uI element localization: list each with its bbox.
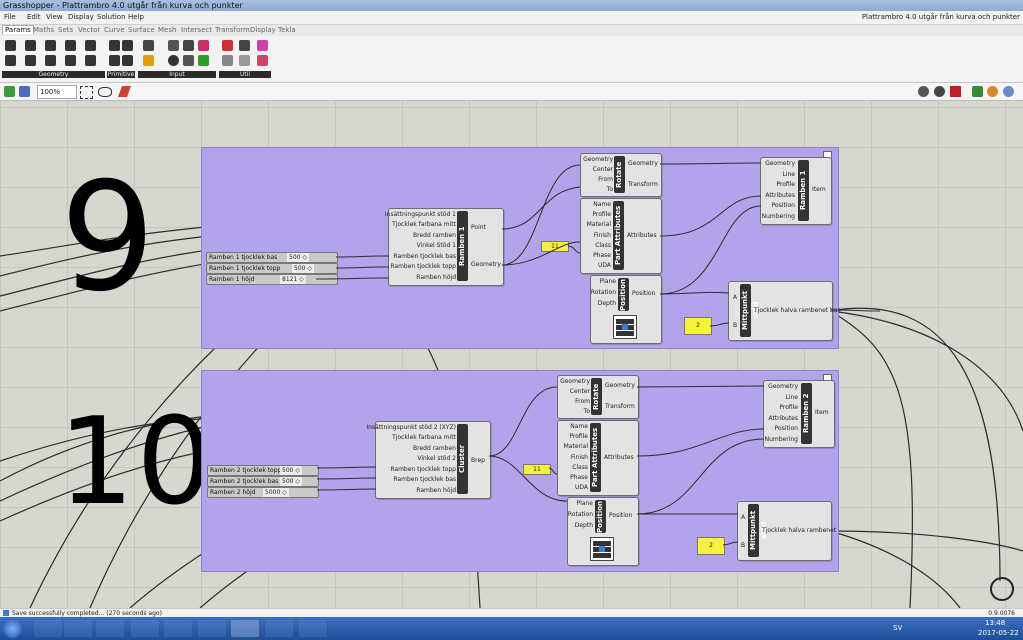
eye-icon[interactable] [98,87,112,97]
param-icon[interactable] [25,55,36,66]
param-icon[interactable] [257,55,268,66]
tab-sets[interactable]: Sets [58,26,73,34]
param-icon[interactable] [85,40,96,51]
param-icon[interactable] [122,55,133,66]
tab-mesh[interactable]: Mesh [158,26,176,34]
preview-icon[interactable] [972,86,983,97]
grasshopper-icon[interactable] [231,620,259,637]
param-icon[interactable] [239,55,250,66]
zoom-select[interactable]: 100% [37,85,77,99]
menu-file[interactable]: File [4,13,16,21]
ie-icon[interactable] [34,620,62,637]
document-name: Plattrambro 4.0 utgår från kurva och pun… [861,13,1020,21]
app-icon[interactable] [265,620,293,637]
ribbon-group-label: Geometry [2,71,105,78]
menu-help[interactable]: Help [128,13,144,21]
app-icon[interactable] [198,620,226,637]
component-ribbon: Geometry Primitive Input Util [0,36,1023,83]
clock-time[interactable]: 13:48 [985,619,1005,627]
zoom-extents-icon[interactable] [80,86,93,99]
ribbon-group-geometry: Geometry [2,38,105,78]
param-icon[interactable] [222,40,233,51]
param-icon[interactable] [25,40,36,51]
param-icon[interactable] [122,40,133,51]
tab-vector[interactable]: Vector [78,26,100,34]
tab-surface[interactable]: Surface [128,26,155,34]
param-icon[interactable] [198,40,209,51]
param-icon[interactable] [257,40,268,51]
menu-bar: File Edit View Display Solution Help Pla… [0,11,1023,25]
ribbon-group-input: Input [138,38,216,78]
graph-canvas[interactable]: 9 10 Ramben 1 tjocklek bas 500 ◇ Ramben … [0,101,1023,608]
sketch-pen-icon[interactable] [117,86,132,97]
tab-transform[interactable]: Transform [215,26,250,34]
preview-icon[interactable] [1003,86,1014,97]
tab-maths[interactable]: Maths [33,26,54,34]
param-icon[interactable] [5,40,16,51]
start-button-icon[interactable] [3,619,22,638]
component-tabs: Params Maths Sets Vector Curve Surface M… [0,25,1023,36]
param-icon[interactable] [143,40,154,51]
param-icon[interactable] [168,55,179,66]
window-title: Grasshopper - Plattrambro 4.0 utgår från… [3,1,243,10]
chrome-icon[interactable] [131,620,159,637]
open-file-icon[interactable] [4,86,15,97]
menu-edit[interactable]: Edit [27,13,41,21]
preview-icon[interactable] [950,86,961,97]
tab-tekla[interactable]: Tekla [278,26,296,34]
ribbon-group-label: Util [219,71,271,78]
menu-view[interactable]: View [46,13,63,21]
param-icon[interactable] [198,55,209,66]
ribbon-group-label: Primitive [107,71,135,78]
param-icon[interactable] [109,40,120,51]
param-icon[interactable] [65,40,76,51]
param-icon[interactable] [143,55,154,66]
app-icon[interactable] [164,620,192,637]
param-icon[interactable] [109,55,120,66]
wires-foreground [315,162,881,546]
menu-solution[interactable]: Solution [97,13,126,21]
ribbon-group-primitive: Primitive [107,38,135,78]
preview-icon[interactable] [987,86,998,97]
tab-params[interactable]: Params [2,25,34,34]
param-icon[interactable] [168,40,179,51]
save-file-icon[interactable] [19,86,30,97]
menu-display[interactable]: Display [68,13,94,21]
status-icon [3,610,9,616]
clock-date[interactable]: 2017-05-22 [978,629,1019,637]
title-bar: Grasshopper - Plattrambro 4.0 utgår från… [0,0,1023,11]
preview-icon[interactable] [934,86,945,97]
explorer-icon[interactable] [96,620,124,637]
tab-display[interactable]: Display [250,26,276,34]
ribbon-group-util: Util [219,38,271,78]
param-icon[interactable] [183,40,194,51]
canvas-toolbar: 100% [0,83,1023,101]
media-player-icon[interactable] [64,620,92,637]
window-controls[interactable] [979,0,1019,10]
ribbon-group-label: Input [138,71,216,78]
language-indicator[interactable]: SV [893,624,902,632]
navigation-compass-icon[interactable] [990,577,1014,601]
param-icon[interactable] [183,55,194,66]
param-icon[interactable] [65,55,76,66]
preview-icon[interactable] [918,86,929,97]
param-icon[interactable] [5,55,16,66]
tab-curve[interactable]: Curve [104,26,125,34]
param-icon[interactable] [239,40,250,51]
param-icon[interactable] [85,55,96,66]
param-icon[interactable] [222,55,233,66]
windows-taskbar: SV 13:48 2017-05-22 [0,617,1023,640]
param-icon[interactable] [45,55,56,66]
tab-intersect[interactable]: Intersect [181,26,212,34]
param-icon[interactable] [45,40,56,51]
app-icon[interactable] [299,620,327,637]
